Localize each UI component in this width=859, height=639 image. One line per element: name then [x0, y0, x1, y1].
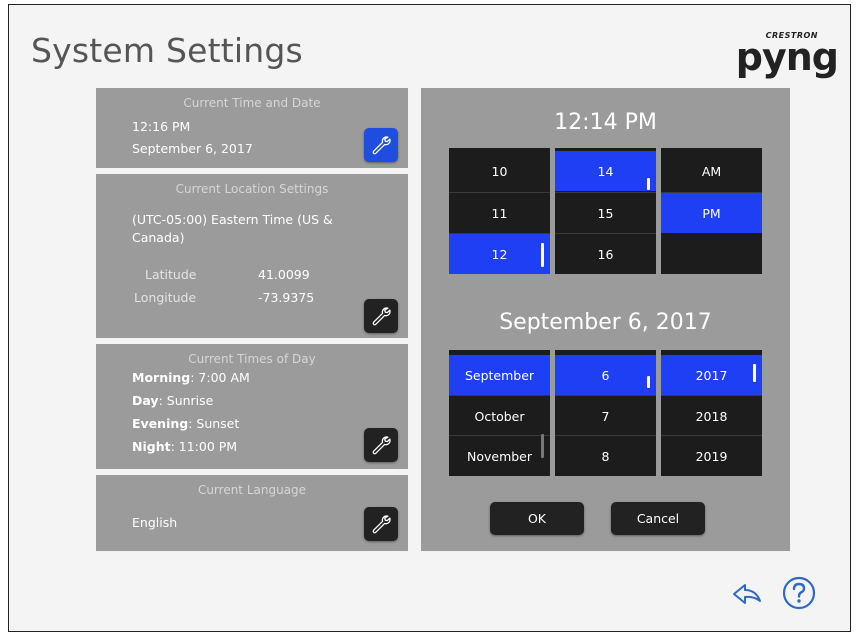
timezone-line2: Canada): [132, 230, 185, 245]
month-option-selected[interactable]: September: [449, 355, 550, 395]
edit-times-of-day-button[interactable]: [364, 428, 398, 462]
morning-label: Morning: [132, 370, 191, 385]
evening-label: Evening: [132, 416, 189, 431]
year-option-selected[interactable]: 2017: [661, 355, 762, 395]
back-arrow-icon: [733, 584, 761, 604]
cancel-button[interactable]: Cancel: [611, 502, 705, 535]
brand-logo: CRESTRON pyng: [736, 31, 839, 79]
latitude-label: Latitude: [145, 267, 197, 282]
hour-option-selected[interactable]: 12: [449, 233, 550, 274]
evening-row: Evening: Sunset: [132, 416, 239, 431]
night-value: : 11:00 PM: [170, 439, 238, 454]
wrench-icon: [372, 307, 391, 326]
edit-language-button[interactable]: [364, 507, 398, 541]
day-option[interactable]: 7: [555, 395, 656, 436]
page-title: System Settings: [31, 31, 303, 70]
day-option[interactable]: 8: [555, 435, 656, 476]
time-date-title: Current Time and Date: [183, 96, 321, 110]
edit-time-date-button[interactable]: [364, 128, 398, 162]
current-date: September 6, 2017: [132, 141, 253, 156]
hour-wheel[interactable]: 10 11 12: [449, 148, 550, 274]
year-wheel[interactable]: 2017 2018 2019: [661, 350, 762, 476]
times-of-day-panel: Current Times of Day Morning: 7:00 AM Da…: [96, 344, 408, 469]
brand-name: pyng: [735, 35, 839, 79]
minute-option[interactable]: 16: [555, 233, 656, 274]
wrench-icon: [372, 136, 391, 155]
ok-button[interactable]: OK: [490, 502, 584, 535]
location-title: Current Location Settings: [175, 182, 329, 196]
help-icon: [782, 576, 816, 610]
year-option[interactable]: 2018: [661, 395, 762, 436]
time-date-picker: 12:14 PM 10 11 12 14 15 16 AM PM Septemb…: [421, 88, 790, 551]
day-label: Day: [132, 393, 159, 408]
longitude-label: Longitude: [134, 290, 197, 305]
back-button[interactable]: [730, 577, 764, 611]
help-button[interactable]: [781, 575, 817, 611]
picker-time-label: 12:14 PM: [554, 110, 657, 135]
language-value: English: [132, 515, 178, 530]
night-row: Night: 11:00 PM: [132, 439, 237, 454]
night-label: Night: [132, 439, 171, 454]
day-option-selected[interactable]: 6: [555, 355, 656, 395]
times-of-day-title: Current Times of Day: [188, 352, 316, 366]
hour-scrollbar[interactable]: [541, 243, 544, 267]
settings-screen: System Settings CRESTRON pyng Current Ti…: [8, 4, 851, 632]
month-wheel[interactable]: September October November: [449, 350, 550, 476]
picker-date-label: September 6, 2017: [499, 310, 712, 335]
day-row: Day: Sunrise: [132, 393, 213, 408]
month-option[interactable]: November: [449, 435, 550, 476]
hour-option[interactable]: 10: [449, 151, 550, 191]
ampm-wheel[interactable]: AM PM: [661, 148, 762, 274]
evening-value: : Sunset: [188, 416, 240, 431]
year-option[interactable]: 2019: [661, 435, 762, 476]
ampm-option[interactable]: AM: [661, 151, 762, 191]
minute-option[interactable]: 15: [555, 192, 656, 233]
day-value: : Sunrise: [158, 393, 214, 408]
month-scrollbar[interactable]: [541, 434, 544, 458]
minute-scrollbar[interactable]: [647, 178, 650, 190]
month-option[interactable]: October: [449, 395, 550, 436]
year-scrollbar[interactable]: [753, 364, 756, 382]
wrench-icon: [372, 436, 391, 455]
time-date-panel: Current Time and Date 12:16 PM September…: [96, 88, 408, 168]
day-scrollbar[interactable]: [647, 376, 650, 388]
hour-option[interactable]: 11: [449, 192, 550, 233]
location-panel: Current Location Settings (UTC-05:00) Ea…: [96, 174, 408, 338]
longitude-value: -73.9375: [258, 290, 315, 305]
timezone-line1: (UTC-05:00) Eastern Time (US &: [132, 212, 333, 227]
language-title: Current Language: [197, 483, 307, 497]
current-time: 12:16 PM: [132, 119, 191, 134]
ampm-option-selected[interactable]: PM: [661, 192, 762, 233]
wrench-icon: [372, 515, 391, 534]
language-panel: Current Language English: [96, 475, 408, 551]
morning-value: : 7:00 AM: [190, 370, 250, 385]
minute-option-selected[interactable]: 14: [555, 151, 656, 191]
latitude-value: 41.0099: [258, 267, 310, 282]
minute-wheel[interactable]: 14 15 16: [555, 148, 656, 274]
morning-row: Morning: 7:00 AM: [132, 370, 250, 385]
day-wheel[interactable]: 6 7 8: [555, 350, 656, 476]
edit-location-button[interactable]: [364, 299, 398, 333]
